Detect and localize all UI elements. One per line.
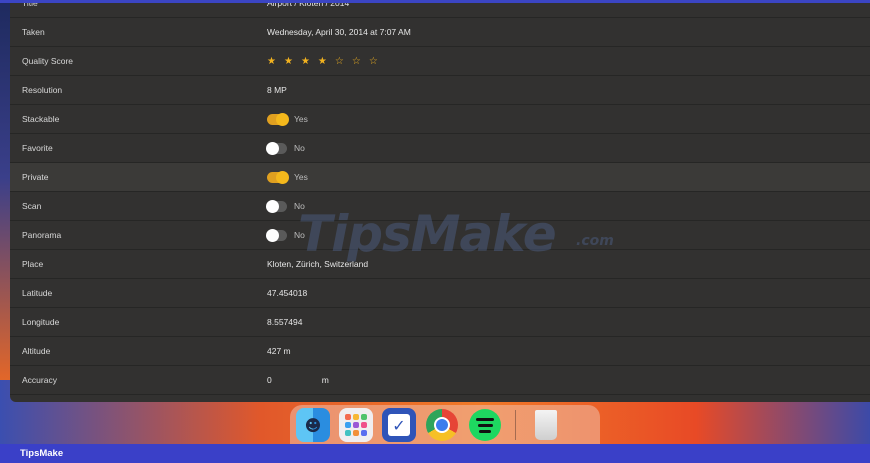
spotify-icon[interactable]: [468, 408, 502, 442]
star-rating[interactable]: ★ ★ ★ ★ ☆ ☆ ☆: [267, 56, 378, 67]
stackable-toggle[interactable]: [267, 112, 289, 126]
row-label: Taken: [22, 27, 45, 37]
row-label: Scan: [22, 201, 42, 211]
accuracy-value[interactable]: 0: [267, 375, 272, 385]
tasks-icon[interactable]: ✓: [382, 408, 416, 442]
row-taken: Taken Wednesday, April 30, 2014 at 7:07 …: [10, 18, 870, 47]
dock-separator: [515, 410, 516, 440]
row-label: Favorite: [22, 143, 53, 153]
longitude-value[interactable]: 8.557494: [267, 317, 302, 327]
row-label: Quality Score: [22, 56, 74, 66]
row-label: Longitude: [22, 317, 60, 327]
row-altitude: Altitude 427 m: [10, 337, 870, 366]
row-quality-score: Quality Score ★ ★ ★ ★ ☆ ☆ ☆: [10, 47, 870, 76]
finder-icon[interactable]: ☻: [296, 408, 330, 442]
star-filled-icon[interactable]: ★: [301, 56, 310, 67]
row-scan: Scan No: [10, 192, 870, 221]
chrome-icon[interactable]: [425, 408, 459, 442]
row-label: Place: [22, 259, 44, 269]
panorama-toggle[interactable]: [266, 228, 287, 242]
private-toggle[interactable]: [267, 170, 289, 184]
row-favorite: Favorite No: [10, 134, 870, 163]
row-resolution: Resolution 8 MP: [10, 76, 870, 105]
row-label: Altitude: [22, 346, 51, 356]
taken-value[interactable]: Wednesday, April 30, 2014 at 7:07 AM: [267, 27, 411, 37]
toggle-state-text: No: [294, 230, 305, 240]
row-place: Place Kloten, Zürich, Switzerland: [10, 250, 870, 279]
accuracy-unit: m: [321, 375, 329, 385]
star-filled-icon[interactable]: ★: [267, 56, 276, 67]
favorite-toggle[interactable]: [266, 141, 287, 155]
place-value[interactable]: Kloten, Zürich, Switzerland: [267, 259, 368, 269]
dock: ☻ ✓: [290, 405, 600, 445]
toggle-state-text: Yes: [294, 114, 308, 124]
top-accent-line: [0, 0, 870, 3]
row-latitude: Latitude 47.454018: [10, 279, 870, 308]
row-stackable: Stackable Yes: [10, 105, 870, 134]
row-label: Private: [22, 172, 49, 182]
row-label: Latitude: [22, 288, 53, 298]
row-label: Resolution: [22, 85, 63, 95]
star-empty-icon[interactable]: ☆: [335, 56, 344, 67]
launchpad-icon[interactable]: [339, 408, 373, 442]
row-label: Accuracy: [22, 375, 57, 385]
row-label: Panorama: [22, 230, 62, 240]
row-longitude: Longitude 8.557494: [10, 308, 870, 337]
footer-brand: TipsMake: [20, 448, 64, 459]
row-label: Stackable: [22, 114, 60, 124]
star-empty-icon[interactable]: ☆: [369, 56, 378, 67]
star-filled-icon[interactable]: ★: [284, 56, 293, 67]
resolution-value: 8 MP: [267, 85, 287, 95]
row-private: Private Yes: [10, 163, 870, 192]
toggle-state-text: No: [294, 143, 305, 153]
latitude-value[interactable]: 47.454018: [267, 288, 307, 298]
altitude-value[interactable]: 427 m: [267, 346, 291, 356]
star-filled-icon[interactable]: ★: [318, 56, 327, 67]
row-accuracy: Accuracy 0 m: [10, 366, 870, 395]
toggle-state-text: No: [294, 201, 305, 211]
row-panorama: Panorama No: [10, 221, 870, 250]
trash-icon[interactable]: [529, 408, 563, 442]
photo-details-panel: Title Airport / Kloten / 2014 Taken Wedn…: [10, 0, 870, 402]
quality-stars[interactable]: ★ ★ ★ ★ ☆ ☆ ☆: [267, 56, 378, 67]
scan-toggle[interactable]: [266, 199, 287, 213]
footer-bar: TipsMake: [0, 444, 870, 463]
toggle-state-text: Yes: [294, 172, 308, 182]
star-empty-icon[interactable]: ☆: [352, 56, 361, 67]
